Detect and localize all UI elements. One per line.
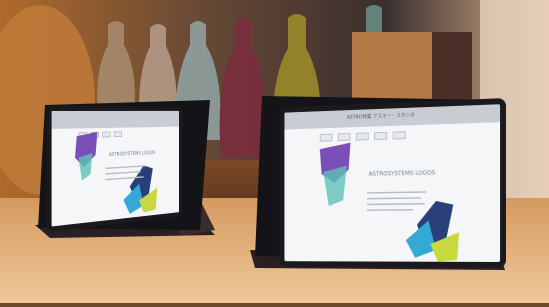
left-tablet-screen[interactable]: ASTROSYSTEMS LOGOS (47, 106, 183, 232)
teal-shape (323, 165, 347, 207)
teal-shape (78, 153, 93, 181)
right-tablet-screen[interactable]: ASTRO特集 アスキー・スタジオ ASTROSYSTEMS LOGOS (279, 98, 506, 268)
right-screen-artwork (319, 142, 460, 262)
left-screen-artwork (74, 131, 158, 215)
right-screen-title: ASTROSYSTEMS LOGOS (368, 169, 436, 178)
